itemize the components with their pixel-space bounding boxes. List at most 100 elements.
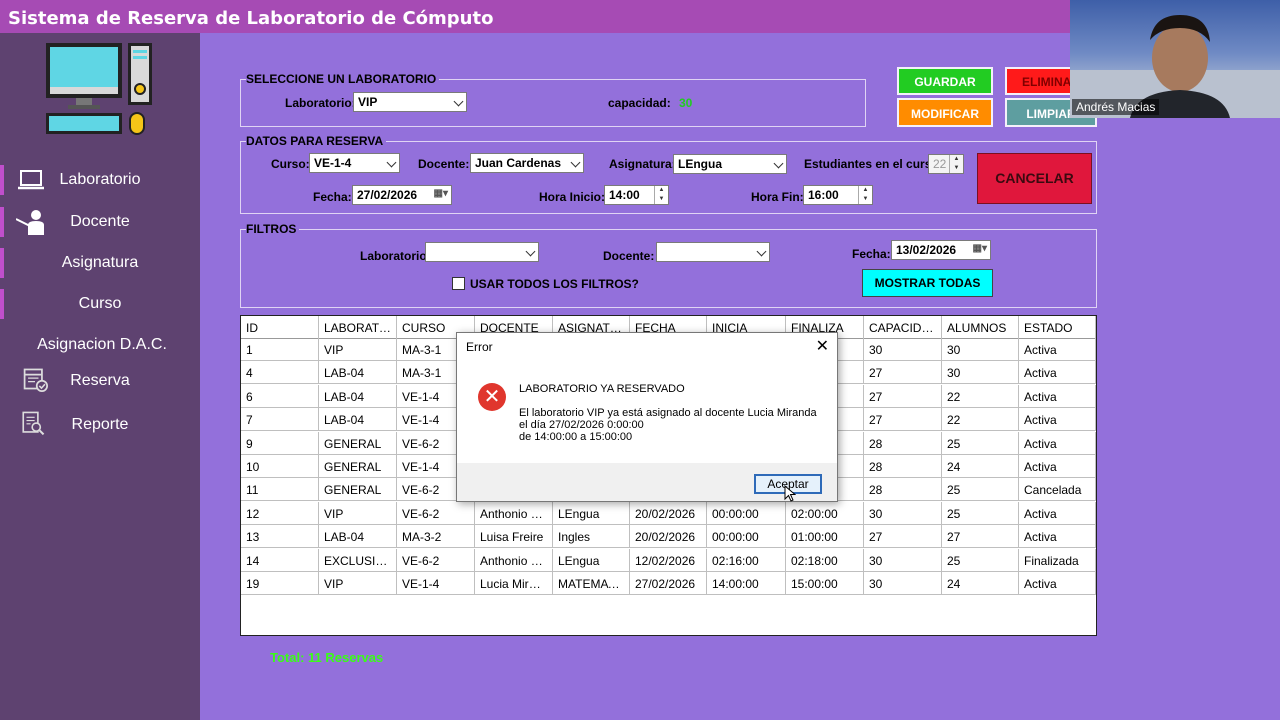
table-cell[interactable]: 27 <box>864 361 942 385</box>
column-header[interactable]: ALUMNOS <box>942 316 1019 339</box>
hora-fin-spinner[interactable]: 16:00 ▲ ▼ <box>803 185 873 205</box>
table-cell[interactable]: 4 <box>241 361 319 385</box>
table-cell[interactable]: Activa <box>1019 338 1096 361</box>
table-cell[interactable]: 02:16:00 <box>707 548 786 572</box>
column-header[interactable]: ID <box>241 316 319 339</box>
asignatura-select[interactable]: LEngua <box>673 154 787 174</box>
table-cell[interactable]: 15:00:00 <box>786 572 864 595</box>
table-cell[interactable]: 9 <box>241 431 319 455</box>
table-cell[interactable]: Activa <box>1019 501 1096 525</box>
table-cell[interactable]: LEngua <box>553 548 630 572</box>
sidebar-item-docente[interactable]: Docente <box>0 207 200 237</box>
sidebar-item-reserva[interactable]: Reserva <box>0 366 200 396</box>
table-cell[interactable]: 12 <box>241 501 319 525</box>
close-icon[interactable]: ✕ <box>816 336 829 356</box>
table-cell[interactable]: Activa <box>1019 408 1096 432</box>
hora-inicio-spinner[interactable]: 14:00 ▲ ▼ <box>604 185 669 205</box>
sidebar-item-curso[interactable]: Curso <box>0 289 200 319</box>
table-cell[interactable]: 24 <box>942 572 1019 595</box>
table-cell[interactable]: 28 <box>864 478 942 502</box>
column-header[interactable]: CAPACIDAD <box>864 316 942 339</box>
table-cell[interactable]: 25 <box>942 478 1019 502</box>
table-cell[interactable]: 25 <box>942 501 1019 525</box>
table-cell[interactable]: 30 <box>942 338 1019 361</box>
table-cell[interactable]: Lucia Miranda <box>475 572 553 595</box>
table-cell[interactable]: VE-1-4 <box>397 572 475 595</box>
table-cell[interactable]: 28 <box>864 431 942 455</box>
table-cell[interactable]: 1 <box>241 338 319 361</box>
table-cell[interactable]: 30 <box>864 548 942 572</box>
table-cell[interactable]: VIP <box>319 338 397 361</box>
table-cell[interactable]: Ingles <box>553 525 630 549</box>
lab-select[interactable]: VIP <box>353 92 467 112</box>
table-cell[interactable]: Activa <box>1019 455 1096 478</box>
usar-filtros-checkbox[interactable] <box>452 277 465 290</box>
table-cell[interactable]: 27/02/2026 <box>630 572 707 595</box>
fecha-picker[interactable]: 27/02/2026 ▦▾ <box>352 185 452 205</box>
sidebar-item-reporte[interactable]: Reporte <box>0 410 200 440</box>
mostrar-todas-button[interactable]: MOSTRAR TODAS <box>862 269 993 297</box>
table-cell[interactable]: 12/02/2026 <box>630 548 707 572</box>
curso-select[interactable]: VE-1-4 <box>309 153 400 173</box>
docente-select[interactable]: Juan Cardenas <box>470 153 584 173</box>
cancelar-button[interactable]: CANCELAR <box>977 153 1092 204</box>
table-cell[interactable]: VE-6-2 <box>397 501 475 525</box>
column-header[interactable]: ESTADO <box>1019 316 1096 339</box>
table-cell[interactable]: 24 <box>942 455 1019 478</box>
table-cell[interactable]: GENERAL <box>319 455 397 478</box>
table-cell[interactable]: Activa <box>1019 361 1096 385</box>
table-cell[interactable]: 00:00:00 <box>707 525 786 549</box>
table-cell[interactable]: Luisa Freire <box>475 525 553 549</box>
table-cell[interactable]: 27 <box>942 525 1019 549</box>
table-cell[interactable]: GENERAL <box>319 478 397 502</box>
table-cell[interactable]: 30 <box>864 572 942 595</box>
filtro-docente-select[interactable] <box>656 242 770 262</box>
table-cell[interactable]: VIP <box>319 572 397 595</box>
table-cell[interactable]: 27 <box>864 525 942 549</box>
table-cell[interactable]: 01:00:00 <box>786 525 864 549</box>
table-cell[interactable]: MA-3-2 <box>397 525 475 549</box>
sidebar-item-asignatura[interactable]: Asignatura <box>0 248 200 278</box>
table-cell[interactable]: 14:00:00 <box>707 572 786 595</box>
table-cell[interactable]: Activa <box>1019 384 1096 408</box>
table-cell[interactable]: Cancelada <box>1019 478 1096 502</box>
table-cell[interactable]: 27 <box>864 384 942 408</box>
table-cell[interactable]: VE-6-2 <box>397 548 475 572</box>
table-cell[interactable]: 22 <box>942 384 1019 408</box>
table-cell[interactable]: 6 <box>241 384 319 408</box>
modificar-button[interactable]: MODIFICAR <box>897 98 993 127</box>
table-cell[interactable]: 22 <box>942 408 1019 432</box>
table-cell[interactable]: GENERAL <box>319 431 397 455</box>
filtro-lab-select[interactable] <box>425 242 539 262</box>
table-cell[interactable]: Activa <box>1019 525 1096 549</box>
table-cell[interactable]: Anthonio M... <box>475 501 553 525</box>
sidebar-item-asignacion[interactable]: Asignacion D.A.C. <box>0 330 200 360</box>
table-cell[interactable]: EXCLUSIVO <box>319 548 397 572</box>
table-cell[interactable]: 30 <box>864 501 942 525</box>
table-cell[interactable]: LAB-04 <box>319 408 397 432</box>
filtro-fecha-picker[interactable]: 13/02/2026 ▦▾ <box>891 240 991 260</box>
table-cell[interactable]: 11 <box>241 478 319 502</box>
table-cell[interactable]: LAB-04 <box>319 384 397 408</box>
table-cell[interactable]: 25 <box>942 431 1019 455</box>
table-cell[interactable]: 20/02/2026 <box>630 525 707 549</box>
table-cell[interactable]: 28 <box>864 455 942 478</box>
table-cell[interactable]: 13 <box>241 525 319 549</box>
table-cell[interactable]: VIP <box>319 501 397 525</box>
table-cell[interactable]: LAB-04 <box>319 361 397 385</box>
table-cell[interactable]: 14 <box>241 548 319 572</box>
table-cell[interactable]: 00:00:00 <box>707 501 786 525</box>
table-cell[interactable]: LEngua <box>553 501 630 525</box>
table-cell[interactable]: 27 <box>864 408 942 432</box>
table-cell[interactable]: 25 <box>942 548 1019 572</box>
table-cell[interactable]: 30 <box>864 338 942 361</box>
table-cell[interactable]: MATEMATIC... <box>553 572 630 595</box>
table-cell[interactable]: LAB-04 <box>319 525 397 549</box>
table-cell[interactable]: 20/02/2026 <box>630 501 707 525</box>
table-cell[interactable]: 10 <box>241 455 319 478</box>
table-cell[interactable]: 30 <box>942 361 1019 385</box>
table-cell[interactable]: Finalizada <box>1019 548 1096 572</box>
column-header[interactable]: LABORATORIO <box>319 316 397 339</box>
table-cell[interactable]: Anthonio M... <box>475 548 553 572</box>
table-cell[interactable]: Activa <box>1019 572 1096 595</box>
